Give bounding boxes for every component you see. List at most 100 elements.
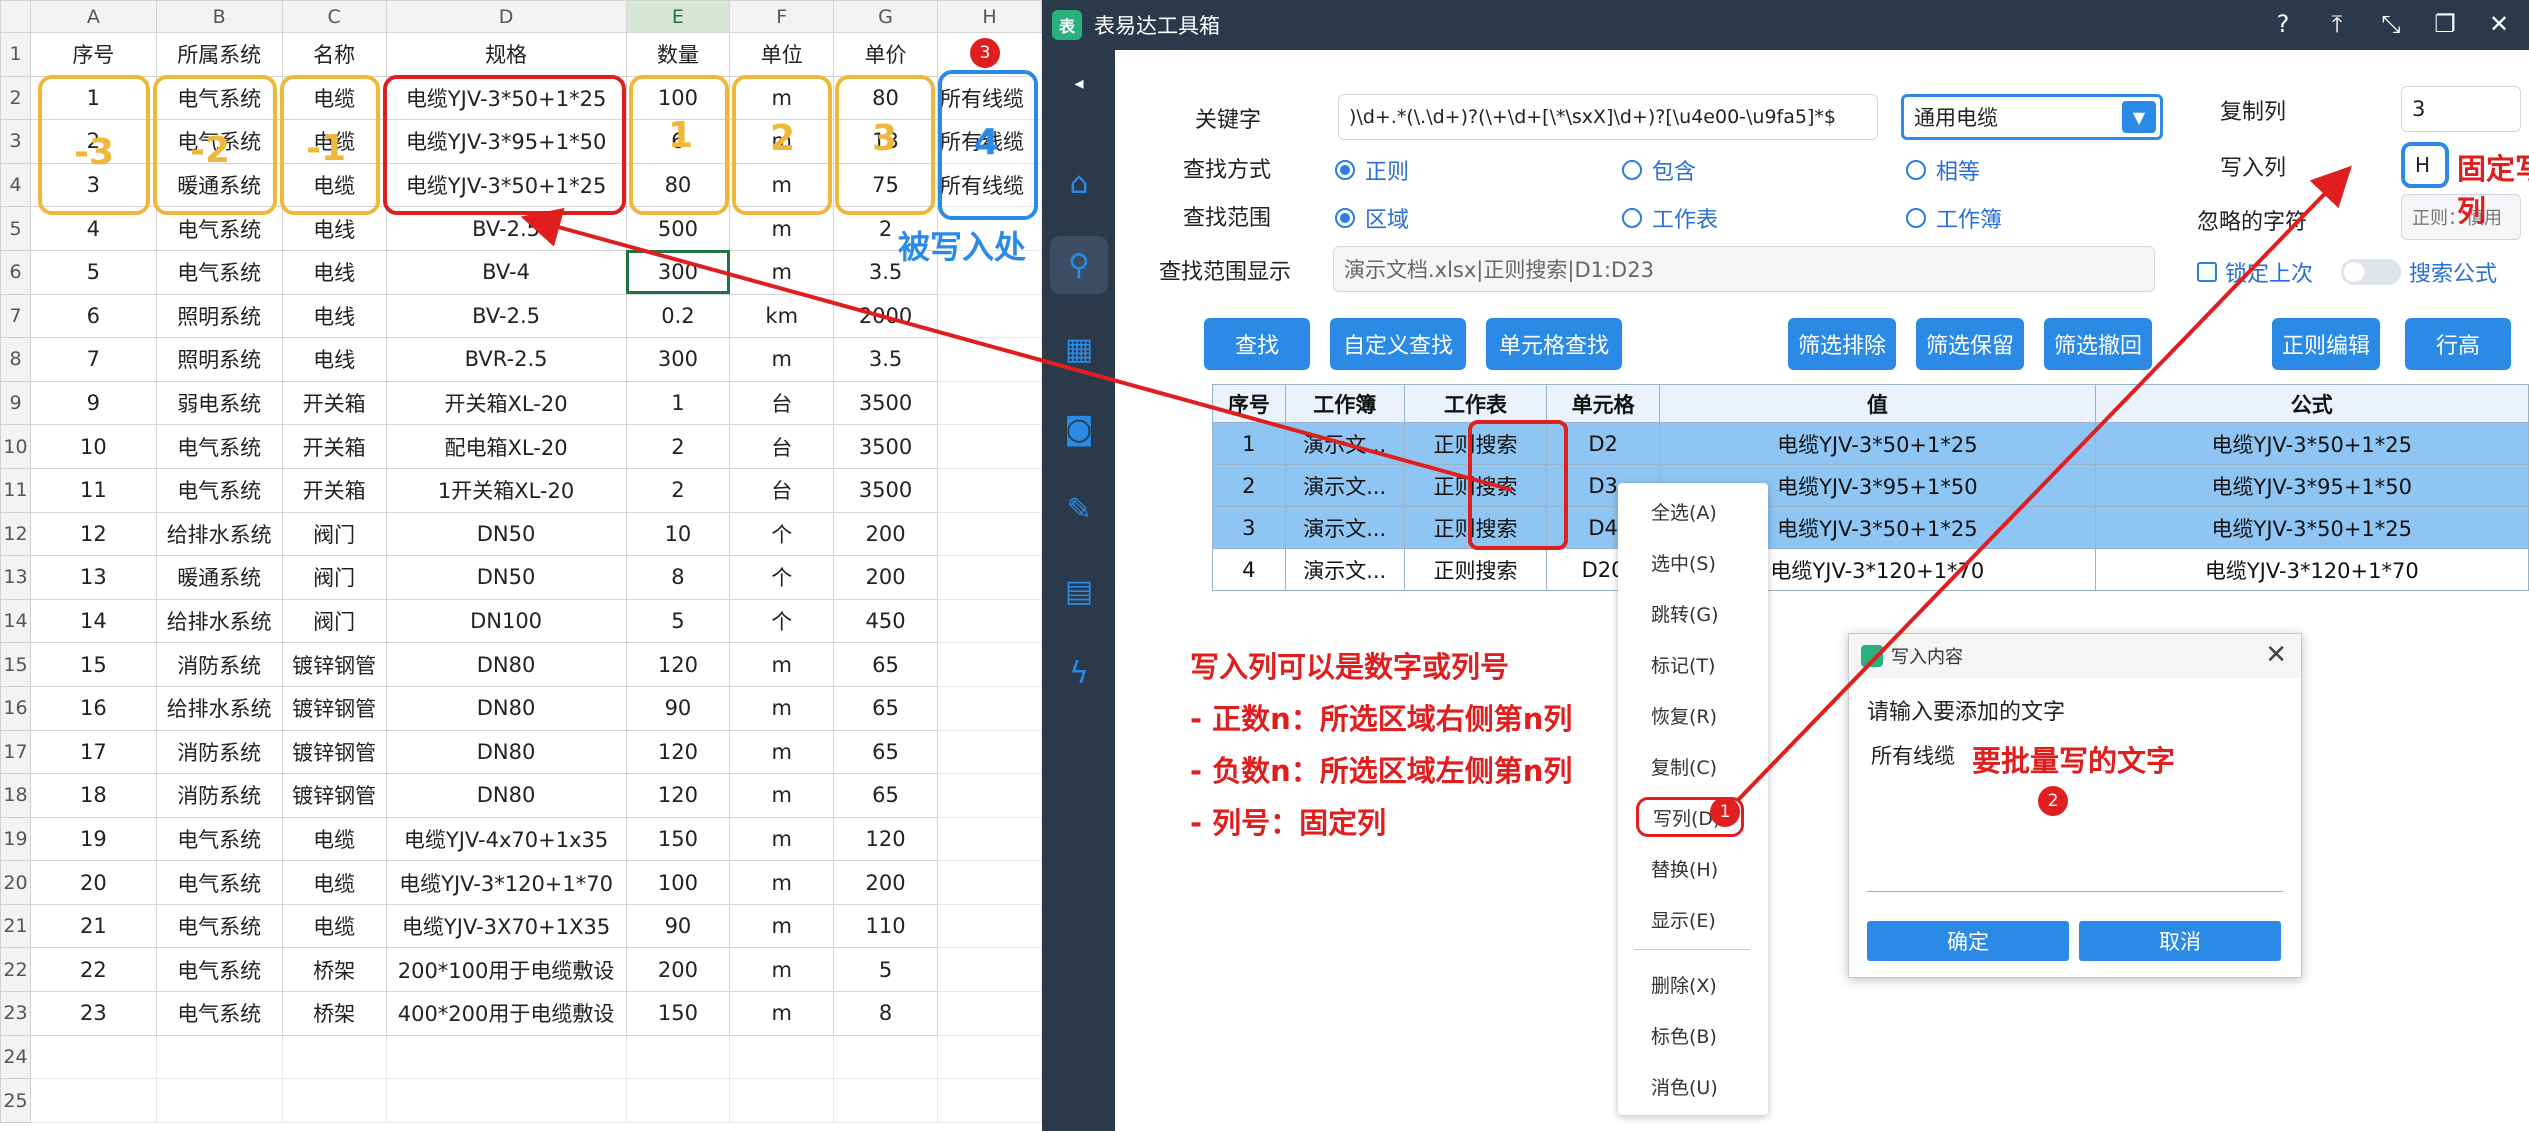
results-cell[interactable]: 正则搜索 — [1403, 464, 1547, 507]
results-row[interactable]: 3 演示文... 正则搜索 D4 电缆YJV-3*50+1*25 电缆YJV-3*50+1… — [1212, 506, 2529, 549]
column-header[interactable]: C — [281, 0, 387, 33]
column-header[interactable]: D — [385, 0, 627, 33]
results-cell[interactable]: 正则搜索 — [1403, 422, 1547, 465]
sheet-cell[interactable]: m — [729, 249, 835, 295]
sheet-cell[interactable] — [936, 773, 1042, 818]
sheet-cell[interactable]: 65 — [833, 685, 938, 731]
sheet-cell[interactable]: 200 — [833, 511, 938, 557]
row-header[interactable]: 23 — [0, 991, 31, 1036]
sheet-cell[interactable]: 电缆YJV-3*120+1*70 — [385, 860, 627, 905]
results-cell[interactable]: 正则搜索 — [1403, 506, 1547, 549]
home-icon[interactable]: ⌂ — [1050, 154, 1108, 212]
sheet-cell[interactable]: 10 — [29, 424, 157, 469]
sheet-cell[interactable]: 给排水系统 — [155, 511, 283, 557]
sheet-cell[interactable] — [385, 1078, 627, 1123]
write-col-input[interactable]: H — [2401, 142, 2449, 188]
sheet-cell[interactable]: 21 — [29, 903, 157, 949]
results-column-header[interactable]: 序号 — [1212, 384, 1286, 423]
row-header[interactable]: 20 — [0, 860, 31, 905]
results-column-header[interactable]: 工作表 — [1403, 384, 1547, 423]
sheet-cell[interactable]: 10 — [625, 511, 731, 557]
sheet-cell[interactable]: 电缆 — [281, 75, 387, 121]
row-header[interactable]: 15 — [0, 642, 31, 687]
results-row[interactable]: 1 演示文... 正则搜索 D2 电缆YJV-3*50+1*25 电缆YJV-3*50+1… — [1212, 422, 2529, 465]
menu-restore[interactable]: 恢复(R) — [1618, 695, 1768, 735]
sheet-cell[interactable]: 个 — [729, 511, 835, 557]
sheet-cell[interactable]: 电气系统 — [155, 947, 283, 993]
sheet-cell[interactable]: 450 — [833, 598, 938, 644]
sheet-cell[interactable]: 消防系统 — [155, 642, 283, 687]
close-icon[interactable]: ✕ — [2265, 640, 2287, 670]
sheet-cell[interactable]: 电缆 — [281, 903, 387, 949]
sheet-cell[interactable] — [729, 1034, 835, 1080]
menu-copy[interactable]: 复制(C) — [1618, 746, 1768, 786]
sheet-cell[interactable] — [625, 1034, 731, 1080]
sheet-cell[interactable]: 电气系统 — [155, 75, 283, 121]
sheet-cell[interactable]: 65 — [833, 729, 938, 775]
sheet-cell[interactable]: DN80 — [385, 685, 627, 731]
row-header[interactable]: 24 — [0, 1034, 31, 1080]
sheet-cell[interactable]: 电缆YJV-3*50+1*25 — [385, 162, 627, 208]
sheet-cell[interactable]: m — [729, 75, 835, 121]
sheet-cell[interactable]: DN80 — [385, 773, 627, 818]
results-cell[interactable]: 4 — [1212, 548, 1286, 591]
sheet-cell[interactable]: 消防系统 — [155, 773, 283, 818]
sheet-cell[interactable]: 序号 — [29, 32, 157, 77]
results-cell[interactable]: 2 — [1212, 464, 1286, 507]
sheet-cell[interactable]: 2 — [625, 467, 731, 513]
sheet-cell[interactable]: 3.5 — [833, 337, 938, 382]
sheet-cell[interactable]: 所有线缆 — [936, 162, 1042, 208]
sheet-cell[interactable]: 200 — [625, 947, 731, 993]
range-display-input[interactable]: 演示文档.xlsx|正则搜索|D1:D23 — [1333, 246, 2155, 292]
sheet-cell[interactable]: 16 — [29, 685, 157, 731]
menu-select[interactable]: 选中(S) — [1618, 542, 1768, 582]
row-header[interactable]: 18 — [0, 773, 31, 818]
ok-button[interactable]: 确定 — [1867, 921, 2069, 961]
results-row[interactable]: 4 演示文... 正则搜索 D20 电缆YJV-3*120+1*70 电缆YJV-3*12… — [1212, 548, 2529, 591]
sheet-cell[interactable] — [936, 424, 1042, 469]
sheet-cell[interactable] — [155, 1078, 283, 1123]
find-button[interactable]: 查找 — [1204, 318, 1310, 370]
row-header[interactable]: 21 — [0, 903, 31, 949]
sheet-cell[interactable] — [281, 1078, 387, 1123]
sheet-cell[interactable]: 弱电系统 — [155, 380, 283, 426]
sheet-cell[interactable] — [936, 947, 1042, 993]
sheet-cell[interactable]: 电气系统 — [155, 816, 283, 862]
sheet-cell[interactable]: m — [729, 729, 835, 775]
sheet-cell[interactable]: m — [729, 642, 835, 687]
preset-select[interactable]: 通用电缆 ▼ — [1901, 94, 2163, 140]
help-icon[interactable]: ? — [2267, 8, 2299, 40]
sheet-cell[interactable]: 500 — [625, 206, 731, 251]
sheet-cell[interactable] — [936, 729, 1042, 775]
sheet-cell[interactable]: 90 — [625, 903, 731, 949]
sheet-cell[interactable] — [833, 1078, 938, 1123]
sheet-cell[interactable]: 300 — [625, 249, 731, 295]
sheet-cell[interactable]: 台 — [729, 467, 835, 513]
sheet-cell[interactable] — [29, 1034, 157, 1080]
sheet-cell[interactable]: 100 — [625, 860, 731, 905]
sheet-cell[interactable]: 开关箱 — [281, 467, 387, 513]
results-cell[interactable]: D2 — [1545, 422, 1661, 465]
filter-keep-button[interactable]: 筛选保留 — [1916, 318, 2024, 370]
sheet-cell[interactable]: 80 — [625, 162, 731, 208]
sheet-cell[interactable]: DN50 — [385, 555, 627, 600]
results-cell[interactable]: 演示文... — [1284, 464, 1405, 507]
row-header[interactable]: 5 — [0, 206, 31, 251]
shrink-icon[interactable]: ⤡ — [2375, 8, 2407, 40]
sheet-cell[interactable] — [936, 860, 1042, 905]
sheet-cell[interactable] — [936, 816, 1042, 862]
sheet-cell[interactable]: BVR-2.5 — [385, 337, 627, 382]
lightning-icon[interactable]: ϟ — [1050, 644, 1108, 702]
results-column-header[interactable]: 值 — [1659, 384, 2096, 423]
sheet-cell[interactable] — [936, 1034, 1042, 1080]
sheet-cell[interactable]: 电线 — [281, 249, 387, 295]
sheet-cell[interactable]: 120 — [625, 642, 731, 687]
row-header[interactable]: 14 — [0, 598, 31, 644]
sheet-cell[interactable]: 阀门 — [281, 511, 387, 557]
row-header[interactable]: 9 — [0, 380, 31, 426]
sheet-cell[interactable]: 2000 — [833, 293, 938, 339]
results-cell[interactable]: 演示文... — [1284, 506, 1405, 549]
sheet-cell[interactable]: 5 — [625, 598, 731, 644]
sheet-cell[interactable] — [936, 991, 1042, 1036]
row-header[interactable]: 4 — [0, 162, 31, 208]
